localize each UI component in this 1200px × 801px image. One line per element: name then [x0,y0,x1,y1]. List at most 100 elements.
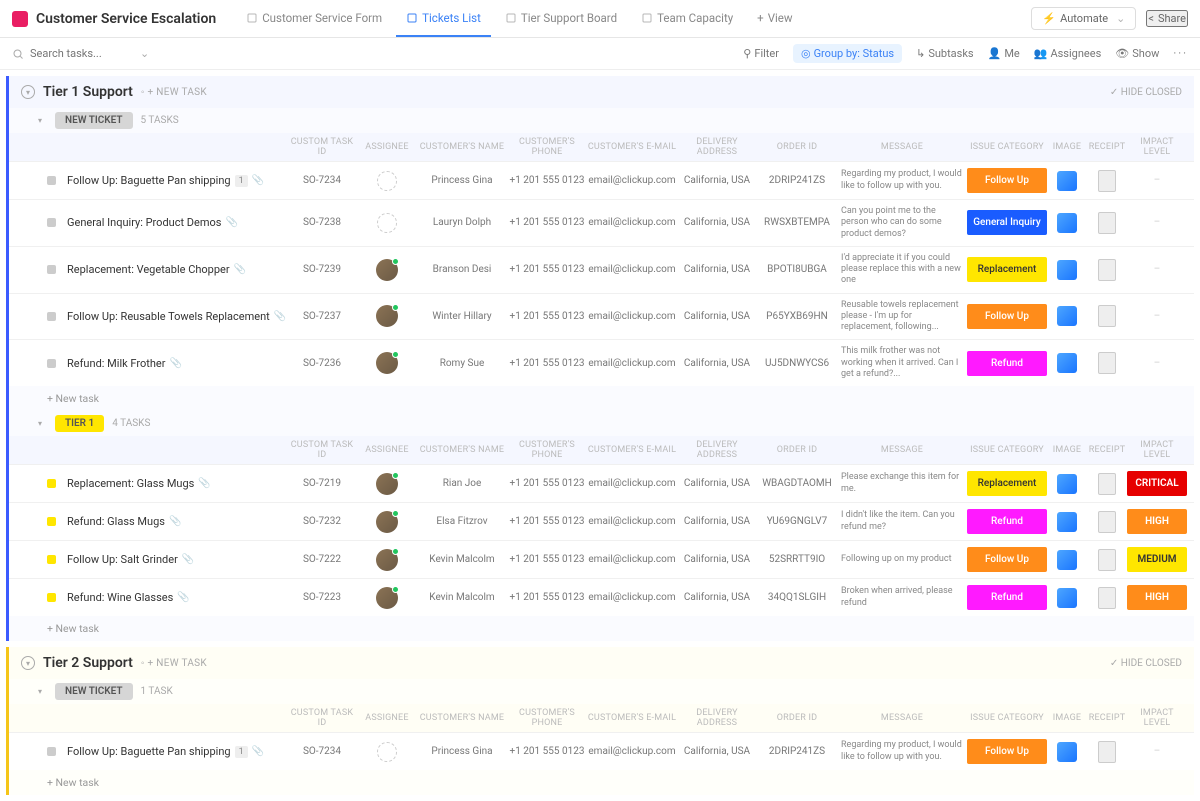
search-box[interactable]: ⌄ [12,47,152,60]
task-row[interactable]: Refund: Milk Frother 📎SO-7236Romy Sue+1 … [9,339,1194,386]
status-square[interactable] [47,312,56,321]
assignee-avatar[interactable] [376,587,398,609]
image-thumbnail[interactable] [1057,588,1077,608]
task-row[interactable]: Replacement: Vegetable Chopper 📎SO-7239B… [9,246,1194,293]
issue-category-badge[interactable]: Refund [967,585,1047,610]
section-toggle[interactable]: ▾ [21,656,35,670]
receipt-thumbnail[interactable] [1098,549,1116,571]
task-row[interactable]: General Inquiry: Product Demos 📎SO-7238L… [9,199,1194,246]
new-task-header[interactable]: ◦ + NEW TASK [141,87,207,98]
tab-tier-support-board[interactable]: Tier Support Board [495,1,627,37]
assignee-avatar[interactable] [376,352,398,374]
status-square[interactable] [47,265,56,274]
task-name[interactable]: Follow Up: Salt Grinder 📎 [67,553,287,566]
column-header[interactable]: CUSTOMER'S NAME [417,445,507,455]
receipt-thumbnail[interactable] [1098,259,1116,281]
assignee-avatar-empty[interactable] [377,742,397,762]
assignee-avatar[interactable] [376,305,398,327]
issue-category-badge[interactable]: Refund [967,509,1047,534]
me-button[interactable]: 👤 Me [988,47,1020,60]
column-header[interactable]: CUSTOM TASK ID [287,440,357,460]
column-header[interactable]: CUSTOMER'S E-MAIL [587,713,677,723]
status-square[interactable] [47,747,56,756]
issue-category-badge[interactable]: Follow Up [967,304,1047,329]
column-header[interactable]: IMAGE [1047,142,1087,152]
task-row[interactable]: Follow Up: Salt Grinder 📎SO-7222Kevin Ma… [9,540,1194,578]
group-toggle[interactable]: ▾ [33,417,47,431]
more-button[interactable]: ··· [1173,47,1188,60]
assignee-avatar-empty[interactable] [377,213,397,233]
status-square[interactable] [47,479,56,488]
issue-category-badge[interactable]: Refund [967,351,1047,376]
column-header[interactable]: CUSTOM TASK ID [287,708,357,728]
task-row[interactable]: Replacement: Glass Mugs 📎SO-7219Rian Joe… [9,464,1194,502]
column-header[interactable]: IMPACT LEVEL [1127,137,1187,157]
status-square[interactable] [47,218,56,227]
column-header[interactable]: CUSTOM TASK ID [287,137,357,157]
column-header[interactable]: ISSUE CATEGORY [967,713,1047,723]
task-name[interactable]: General Inquiry: Product Demos 📎 [67,216,287,229]
image-thumbnail[interactable] [1057,213,1077,233]
image-thumbnail[interactable] [1057,260,1077,280]
image-thumbnail[interactable] [1057,171,1077,191]
group-by-button[interactable]: ◎ Group by: Status [793,44,902,63]
task-name[interactable]: Refund: Milk Frother 📎 [67,357,287,370]
column-header[interactable]: ORDER ID [757,445,837,455]
new-task-button[interactable]: + New task [9,386,1194,411]
subtasks-button[interactable]: ↳ Subtasks [916,47,974,60]
new-task-button[interactable]: + New task [9,616,1194,641]
column-header[interactable]: IMAGE [1047,713,1087,723]
group-badge[interactable]: TIER 1 [55,415,104,432]
assignee-avatar[interactable] [376,473,398,495]
receipt-thumbnail[interactable] [1098,473,1116,495]
automate-button[interactable]: ⚡ Automate ⌄ [1031,7,1136,30]
assignee-avatar[interactable] [376,259,398,281]
column-header[interactable]: CUSTOMER'S PHONE [507,708,587,728]
column-header[interactable]: DELIVERY ADDRESS [677,137,757,157]
status-square[interactable] [47,517,56,526]
group-toggle[interactable]: ▾ [33,685,47,699]
column-header[interactable]: ORDER ID [757,713,837,723]
task-row[interactable]: Follow Up: Baguette Pan shipping 1 📎SO-7… [9,161,1194,199]
image-thumbnail[interactable] [1057,742,1077,762]
task-name[interactable]: Refund: Glass Mugs 📎 [67,515,287,528]
column-header[interactable]: ORDER ID [757,142,837,152]
receipt-thumbnail[interactable] [1098,170,1116,192]
column-header[interactable]: CUSTOMER'S PHONE [507,440,587,460]
task-name[interactable]: Refund: Wine Glasses 📎 [67,591,287,604]
tab-tickets-list[interactable]: Tickets List [396,1,491,37]
receipt-thumbnail[interactable] [1098,352,1116,374]
search-input[interactable] [30,47,130,60]
column-header[interactable]: ASSIGNEE [357,142,417,152]
column-header[interactable]: DELIVERY ADDRESS [677,440,757,460]
image-thumbnail[interactable] [1057,550,1077,570]
status-square[interactable] [47,593,56,602]
column-header[interactable]: IMAGE [1047,445,1087,455]
new-task-button[interactable]: + New task [9,770,1194,795]
column-header[interactable]: ASSIGNEE [357,445,417,455]
column-header[interactable]: DELIVERY ADDRESS [677,708,757,728]
hide-closed-button[interactable]: ✓ HIDE CLOSED [1110,658,1182,669]
column-header[interactable]: IMPACT LEVEL [1127,440,1187,460]
task-name[interactable]: Replacement: Vegetable Chopper 📎 [67,263,287,276]
group-badge[interactable]: NEW TICKET [55,112,133,129]
receipt-thumbnail[interactable] [1098,305,1116,327]
group-badge[interactable]: NEW TICKET [55,683,133,700]
column-header[interactable]: IMPACT LEVEL [1127,708,1187,728]
status-square[interactable] [47,555,56,564]
column-header[interactable]: CUSTOMER'S NAME [417,713,507,723]
task-row[interactable]: Follow Up: Reusable Towels Replacement 📎… [9,293,1194,340]
task-name[interactable]: Follow Up: Baguette Pan shipping 1 📎 [67,745,287,758]
section-toggle[interactable]: ▾ [21,85,35,99]
assignee-avatar[interactable] [376,511,398,533]
image-thumbnail[interactable] [1057,306,1077,326]
column-header[interactable]: MESSAGE [837,142,967,152]
task-row[interactable]: Refund: Glass Mugs 📎SO-7232Elsa Fitzrov+… [9,502,1194,540]
image-thumbnail[interactable] [1057,474,1077,494]
hide-closed-button[interactable]: ✓ HIDE CLOSED [1110,87,1182,98]
receipt-thumbnail[interactable] [1098,212,1116,234]
receipt-thumbnail[interactable] [1098,587,1116,609]
issue-category-badge[interactable]: Replacement [967,257,1047,282]
assignee-avatar-empty[interactable] [377,171,397,191]
task-name[interactable]: Replacement: Glass Mugs 📎 [67,477,287,490]
